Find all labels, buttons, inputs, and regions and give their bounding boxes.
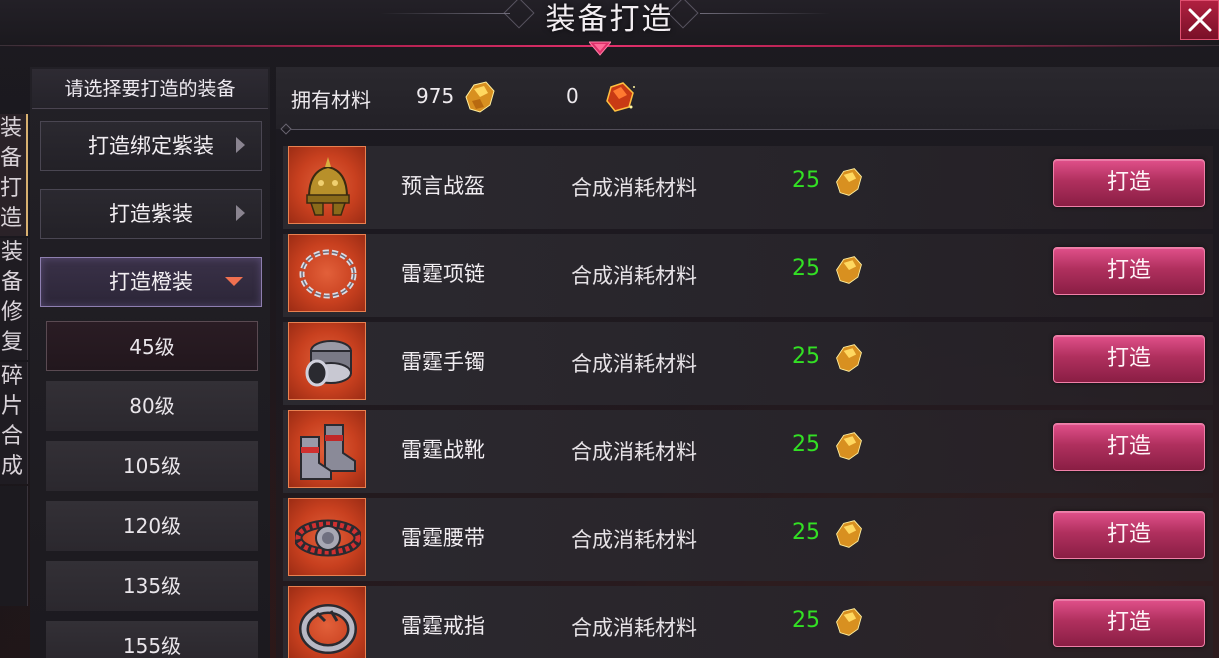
helmet-icon — [306, 157, 350, 216]
close-button[interactable] — [1180, 0, 1219, 40]
item-slot[interactable] — [288, 146, 366, 224]
boots-icon — [300, 424, 356, 480]
belt-icon — [295, 519, 361, 557]
forge-item-row: 雷霆腰带 合成消耗材料 25 打造 — [283, 498, 1213, 581]
item-slot[interactable] — [288, 586, 366, 658]
chevron-right-icon — [236, 205, 245, 221]
side-tab-char: 成 — [0, 454, 23, 479]
chevron-right-icon — [236, 137, 245, 153]
gold-ore-icon — [836, 608, 862, 636]
side-tab-char: 打 — [0, 176, 23, 201]
side-tab-char: 造 — [0, 206, 23, 231]
side-tab-char: 片 — [0, 394, 23, 419]
item-cost-label: 合成消耗材料 — [571, 352, 697, 376]
gold-ore-icon — [836, 168, 862, 196]
item-slot[interactable] — [288, 234, 366, 312]
forge-item-row: 雷霆戒指 合成消耗材料 25 打造 — [283, 586, 1213, 658]
item-name: 雷霆腰带 — [401, 526, 485, 550]
window-title: 装备打造 — [545, 2, 674, 37]
material-secondary-count: 0 — [566, 84, 579, 108]
forge-button[interactable]: 打造 — [1053, 335, 1205, 383]
title-gem-icon — [589, 41, 611, 56]
side-tab-char: 碎 — [0, 364, 23, 389]
category-label: 打造橙装 — [109, 270, 193, 294]
level-option-155[interactable]: 155级 — [46, 621, 258, 658]
gold-ore-icon — [836, 256, 862, 284]
forge-button[interactable]: 打造 — [1053, 599, 1205, 647]
category-orange-button[interactable]: 打造橙装 — [40, 257, 262, 307]
item-slot[interactable] — [288, 322, 366, 400]
item-cost-label: 合成消耗材料 — [571, 616, 697, 640]
forge-item-row: 预言战盔 合成消耗材料 25 打造 — [283, 146, 1213, 229]
side-tab-char: 装 — [0, 116, 23, 141]
category-label: 打造紫装 — [109, 202, 193, 226]
level-option-80[interactable]: 80级 — [46, 381, 258, 431]
red-gem-ore-icon — [606, 82, 635, 112]
forge-item-row: 雷霆项链 合成消耗材料 25 打造 — [283, 234, 1213, 317]
level-option-135[interactable]: 135级 — [46, 561, 258, 611]
item-cost-label: 合成消耗材料 — [571, 176, 697, 200]
forge-button[interactable]: 打造 — [1053, 511, 1205, 559]
list-divider — [280, 123, 1212, 135]
forge-button[interactable]: 打造 — [1053, 159, 1205, 207]
item-cost-value: 25 — [792, 344, 820, 369]
bracelet-icon — [305, 340, 352, 387]
item-cost-label: 合成消耗材料 — [571, 264, 697, 288]
side-tab-char: 备 — [0, 146, 23, 171]
level-option-105[interactable]: 105级 — [46, 441, 258, 491]
side-tab-char: 修 — [0, 300, 23, 325]
item-name: 雷霆战靴 — [401, 438, 485, 462]
item-name: 预言战盔 — [401, 174, 485, 198]
level-option-120[interactable]: 120级 — [46, 501, 258, 551]
necklace-icon — [299, 249, 357, 299]
side-tab-empty — [0, 486, 28, 606]
item-name: 雷霆戒指 — [401, 614, 485, 638]
forge-button[interactable]: 打造 — [1053, 423, 1205, 471]
side-tab-forge[interactable]: 装 备 打 造 — [0, 114, 28, 236]
side-tab-repair[interactable]: 装 备 修 复 — [0, 238, 28, 360]
gold-ore-icon — [836, 432, 862, 460]
forge-item-row: 雷霆手镯 合成消耗材料 25 打造 — [283, 322, 1213, 405]
item-cost-value: 25 — [792, 520, 820, 545]
category-label: 打造绑定紫装 — [88, 134, 214, 158]
forge-button[interactable]: 打造 — [1053, 247, 1205, 295]
item-cost-label: 合成消耗材料 — [571, 528, 697, 552]
item-cost-value: 25 — [792, 168, 820, 193]
category-purple-button[interactable]: 打造紫装 — [40, 189, 262, 239]
forge-item-row: 雷霆战靴 合成消耗材料 25 打造 — [283, 410, 1213, 493]
level-option-45[interactable]: 45级 — [46, 321, 258, 371]
item-cost-label: 合成消耗材料 — [571, 440, 697, 464]
side-tab-char: 装 — [0, 240, 23, 265]
close-icon — [1188, 8, 1211, 32]
side-tab-fragment-combine[interactable]: 碎 片 合 成 — [0, 362, 28, 484]
item-cost-value: 25 — [792, 432, 820, 457]
material-primary-count: 975 — [416, 84, 455, 108]
item-cost-value: 25 — [792, 256, 820, 281]
side-tab-char: 复 — [0, 330, 23, 355]
item-name: 雷霆手镯 — [401, 350, 485, 374]
side-tab-char: 备 — [0, 270, 23, 295]
gold-ore-icon — [465, 81, 495, 113]
gold-ore-icon — [836, 520, 862, 548]
category-bound-purple-button[interactable]: 打造绑定紫装 — [40, 121, 262, 171]
gold-ore-icon — [836, 344, 862, 372]
category-panel-header: 请选择要打造的装备 — [32, 69, 268, 109]
item-name: 雷霆项链 — [401, 262, 485, 286]
materials-label: 拥有材料 — [291, 88, 371, 112]
item-slot[interactable] — [288, 498, 366, 576]
item-cost-value: 25 — [792, 608, 820, 633]
chevron-down-icon — [225, 277, 243, 286]
item-slot[interactable] — [288, 410, 366, 488]
ring-icon — [299, 604, 357, 654]
side-tab-char: 合 — [0, 424, 23, 449]
